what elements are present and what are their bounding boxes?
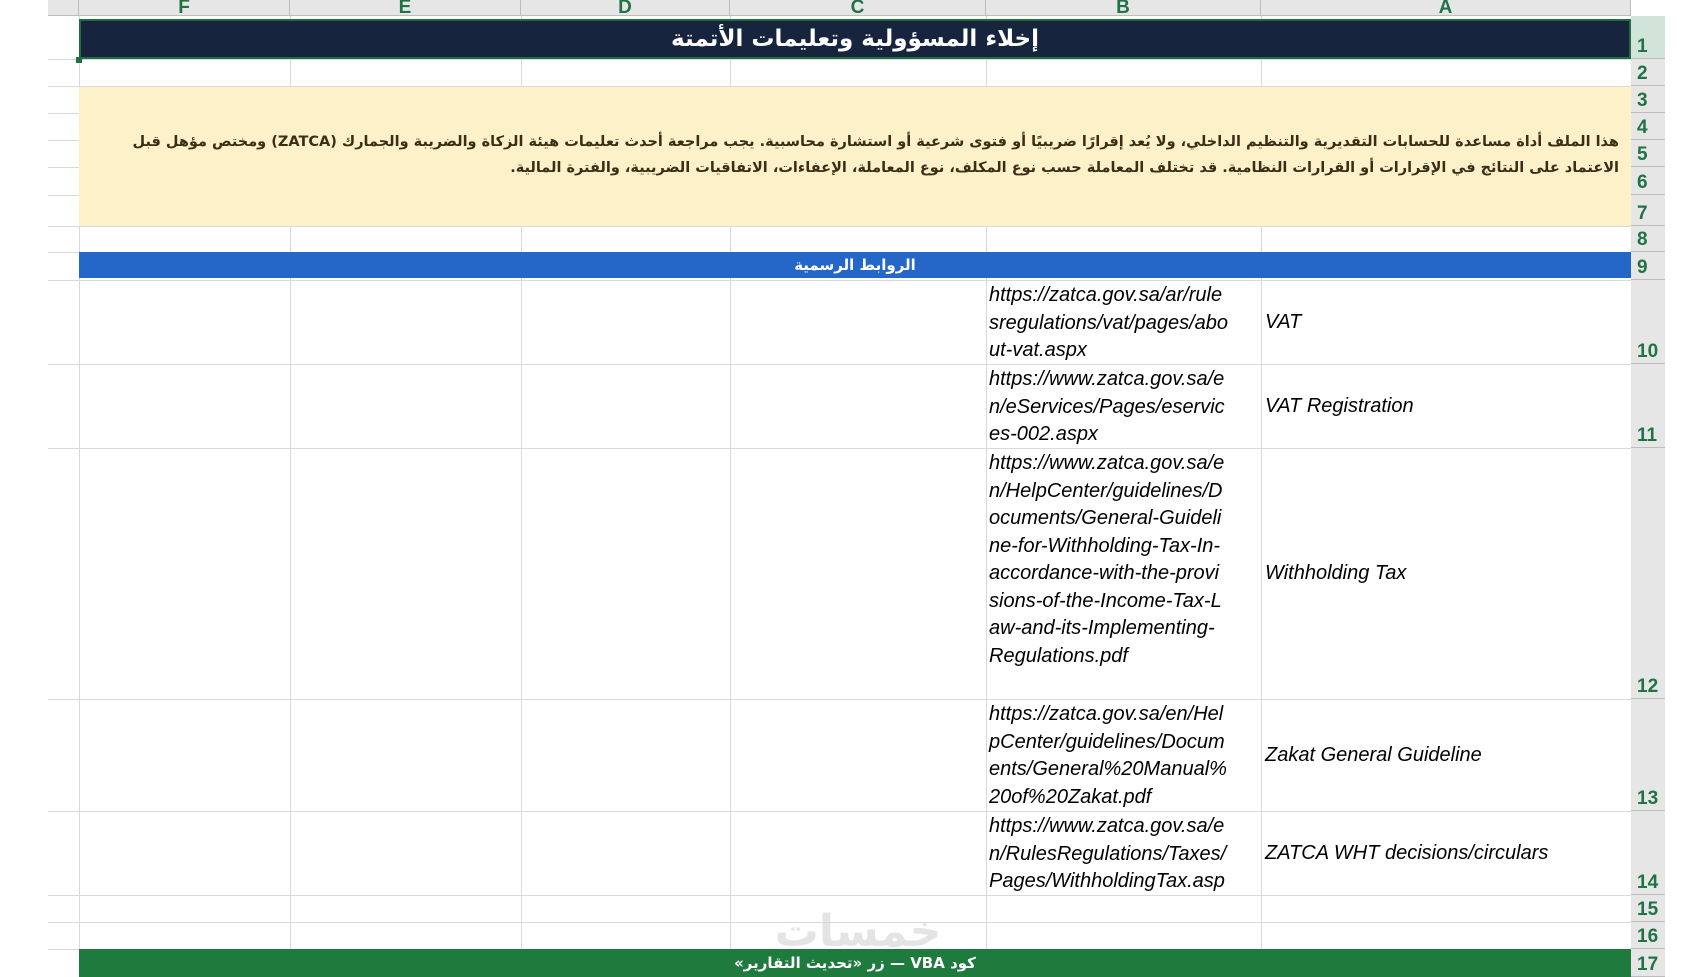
link-name-label: Zakat General Guideline <box>1265 743 1482 766</box>
column-header-f[interactable]: F <box>79 0 290 17</box>
row-header-12[interactable]: 12 <box>1631 448 1665 699</box>
link-name-withholding-tax[interactable]: Withholding Tax <box>1261 448 1629 699</box>
column-header-b[interactable]: B <box>986 0 1261 17</box>
vba-header-cell[interactable]: كود VBA — زر «تحديث التقارير» <box>79 949 1631 977</box>
grid-line <box>48 226 1631 227</box>
row-header-1[interactable]: 1 <box>1631 16 1665 59</box>
title-cell[interactable]: إخلاء المسؤولية وتعليمات الأتمتة <box>79 19 1631 59</box>
grid-line <box>48 59 1631 60</box>
disclaimer-cell[interactable]: هذا الملف أداة مساعدة للحسابات التقديرية… <box>79 87 1631 226</box>
row-header-5[interactable]: 5 <box>1631 140 1665 167</box>
link-name-vat[interactable]: VAT <box>1261 280 1629 364</box>
row-header-11[interactable]: 11 <box>1631 364 1665 448</box>
row-header-2[interactable]: 2 <box>1631 59 1665 86</box>
link-url-withholding-tax[interactable]: https://www.zatca.gov.sa/en/HelpCenter/g… <box>986 448 1231 699</box>
link-name-vat-registration[interactable]: VAT Registration <box>1261 364 1629 448</box>
left-margin <box>0 0 48 977</box>
link-url-vat-registration[interactable]: https://www.zatca.gov.sa/en/eServices/Pa… <box>986 364 1231 448</box>
spreadsheet-sheet: F E D C B A 1 2 3 4 5 6 7 8 9 10 11 12 1… <box>0 0 1700 977</box>
row-header-16[interactable]: 16 <box>1631 922 1665 949</box>
fill-handle[interactable] <box>76 57 82 63</box>
row-header-15[interactable]: 15 <box>1631 895 1665 922</box>
link-name-label: ZATCA WHT decisions/circulars <box>1265 841 1549 864</box>
links-header-cell[interactable]: الروابط الرسمية <box>79 252 1631 278</box>
column-header-e[interactable]: E <box>290 0 521 17</box>
row-header-9[interactable]: 9 <box>1631 252 1665 280</box>
column-header-corner <box>48 0 79 16</box>
row-header-4[interactable]: 4 <box>1631 113 1665 140</box>
link-url-wht-decisions[interactable]: https://www.zatca.gov.sa/en/RulesRegulat… <box>986 811 1231 895</box>
row-header-6[interactable]: 6 <box>1631 167 1665 195</box>
row-header-13[interactable]: 13 <box>1631 699 1665 811</box>
row-header-17[interactable]: 17 <box>1631 949 1665 977</box>
column-header-d[interactable]: D <box>521 0 730 17</box>
row-header-7[interactable]: 7 <box>1631 195 1665 226</box>
link-name-zakat-guideline[interactable]: Zakat General Guideline <box>1261 699 1629 811</box>
link-name-label: Withholding Tax <box>1265 562 1407 584</box>
grid-line <box>48 895 1631 896</box>
grid-line <box>48 922 1631 923</box>
link-url-vat[interactable]: https://zatca.gov.sa/ar/rulesregulations… <box>986 280 1231 364</box>
link-name-label: VAT <box>1265 310 1302 333</box>
row-header-14[interactable]: 14 <box>1631 811 1665 895</box>
link-name-label: VAT Registration <box>1265 394 1414 417</box>
link-url-zakat-guideline[interactable]: https://zatca.gov.sa/en/HelpCenter/guide… <box>986 699 1231 811</box>
row-header-8[interactable]: 8 <box>1631 226 1665 252</box>
row-header-10[interactable]: 10 <box>1631 280 1665 364</box>
right-margin <box>1665 0 1700 977</box>
link-name-wht-decisions[interactable]: ZATCA WHT decisions/circulars <box>1261 811 1629 895</box>
row-header-3[interactable]: 3 <box>1631 86 1665 113</box>
column-header-c[interactable]: C <box>730 0 986 17</box>
column-header-a[interactable]: A <box>1261 0 1631 17</box>
